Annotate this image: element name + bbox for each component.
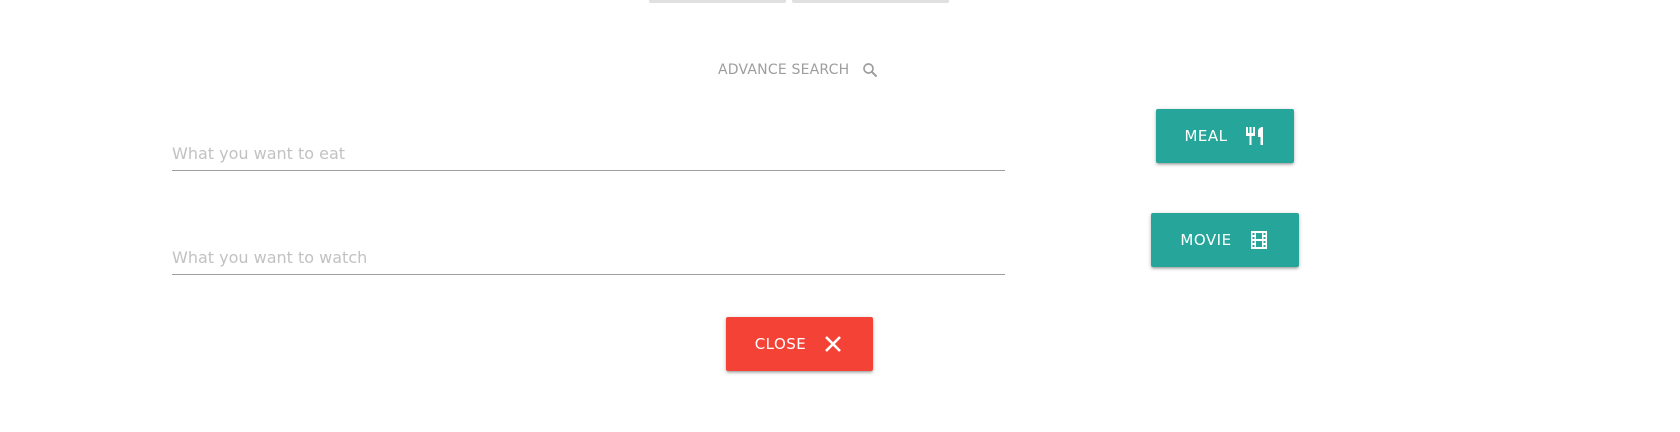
meal-search-field [172, 130, 1005, 171]
close-button[interactable]: CLOSE [726, 317, 873, 371]
advance-search-label: ADVANCE SEARCH [718, 62, 850, 78]
tab-stub-right[interactable] [792, 0, 949, 3]
utensils-icon [1244, 125, 1266, 147]
close-icon [822, 333, 844, 355]
advance-search-heading: ADVANCE SEARCH [718, 61, 879, 79]
search-icon [861, 61, 879, 79]
movie-search-input[interactable] [172, 244, 1005, 270]
movie-button[interactable]: MOVIE [1151, 213, 1299, 267]
movie-button-label: MOVIE [1180, 231, 1232, 249]
tab-stub-left[interactable] [649, 0, 786, 3]
meal-search-input[interactable] [172, 140, 1005, 166]
close-button-label: CLOSE [754, 335, 807, 353]
meal-button-label: MEAL [1184, 127, 1228, 145]
film-icon [1248, 229, 1270, 251]
movie-search-field [172, 234, 1005, 275]
meal-button[interactable]: MEAL [1156, 109, 1294, 163]
